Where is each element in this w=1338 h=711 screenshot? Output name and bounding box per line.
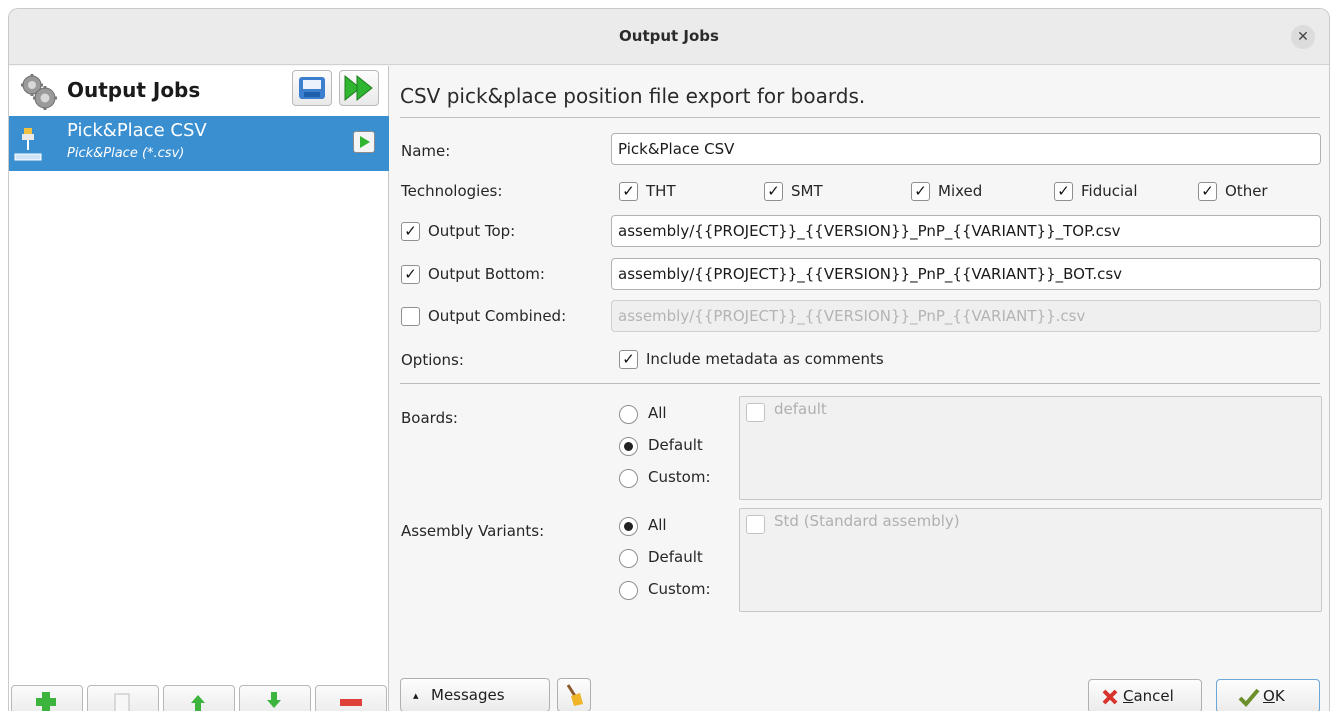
output-top-field[interactable]: assembly/{{PROJECT}}_{{VERSION}}_PnP_{{V… bbox=[611, 215, 1321, 247]
tht-label: THT bbox=[646, 182, 676, 200]
variant-std-label: Std (Standard assembly) bbox=[774, 512, 960, 530]
tht-checkbox[interactable]: ✓ bbox=[619, 182, 638, 201]
broom-icon bbox=[566, 684, 583, 706]
messages-label: Messages bbox=[431, 686, 505, 704]
output-top-label: Output Top: bbox=[428, 222, 516, 240]
job-list-item[interactable]: Pick&Place CSV Pick&Place (*.csv) bbox=[9, 116, 389, 171]
expand-icon: ▴ bbox=[413, 689, 419, 702]
output-jobs-dialog: Output Jobs ✕ Output Jobs Pick&Place CSV… bbox=[8, 8, 1330, 711]
variants-all-radio[interactable] bbox=[619, 517, 638, 536]
cancel-icon bbox=[1102, 689, 1118, 705]
cancel-button[interactable]: Cancel bbox=[1088, 679, 1202, 711]
other-label: Other bbox=[1225, 182, 1268, 200]
job-list-toolbar bbox=[9, 682, 389, 711]
output-bottom-field[interactable]: assembly/{{PROJECT}}_{{VERSION}}_PnP_{{V… bbox=[611, 258, 1321, 290]
remove-job-button[interactable] bbox=[315, 685, 387, 711]
board-default-label: default bbox=[774, 400, 827, 418]
fiducial-checkbox[interactable]: ✓ bbox=[1054, 182, 1073, 201]
clear-messages-button[interactable] bbox=[557, 678, 591, 711]
ok-icon bbox=[1238, 688, 1260, 707]
variants-custom-radio[interactable] bbox=[619, 581, 638, 600]
add-job-button[interactable] bbox=[11, 685, 83, 711]
copy-icon bbox=[114, 693, 130, 711]
name-field[interactable]: Pick&Place CSV bbox=[611, 133, 1321, 165]
output-combined-field[interactable]: assembly/{{PROJECT}}_{{VERSION}}_PnP_{{V… bbox=[611, 300, 1321, 332]
remove-icon bbox=[340, 699, 362, 706]
run-all-icon bbox=[344, 74, 373, 102]
move-down-icon bbox=[267, 692, 281, 708]
window-title: Output Jobs bbox=[619, 27, 719, 45]
output-bottom-checkbox[interactable]: ✓ bbox=[401, 265, 420, 284]
output-jobs-panel: Output Jobs Pick&Place CSV Pick&Place (*… bbox=[9, 66, 389, 711]
variants-default-label: Default bbox=[648, 548, 703, 566]
close-button[interactable]: ✕ bbox=[1291, 25, 1315, 49]
title-bar: Output Jobs ✕ bbox=[9, 9, 1329, 65]
cancel-label: Cancel bbox=[1123, 687, 1174, 705]
boards-list[interactable]: default bbox=[739, 396, 1322, 500]
fiducial-label: Fiducial bbox=[1081, 182, 1138, 200]
mixed-checkbox[interactable]: ✓ bbox=[911, 182, 930, 201]
options-label: Options: bbox=[401, 351, 464, 369]
pick-place-icon bbox=[14, 128, 42, 161]
output-combined-checkbox[interactable] bbox=[401, 307, 420, 326]
smt-label: SMT bbox=[791, 182, 823, 200]
run-job-button[interactable] bbox=[353, 131, 375, 153]
divider bbox=[400, 117, 1320, 118]
board-default-checkbox[interactable] bbox=[746, 403, 765, 422]
job-name: Pick&Place CSV bbox=[67, 120, 207, 141]
ok-label: OK bbox=[1263, 687, 1285, 705]
boards-label: Boards: bbox=[401, 409, 458, 427]
technologies-label: Technologies: bbox=[401, 182, 503, 200]
output-bottom-label: Output Bottom: bbox=[428, 265, 545, 283]
output-top-checkbox[interactable]: ✓ bbox=[401, 222, 420, 241]
job-editor: CSV pick&place position file export for … bbox=[390, 66, 1329, 711]
variant-std-checkbox[interactable] bbox=[746, 515, 765, 534]
boards-custom-radio[interactable] bbox=[619, 469, 638, 488]
assembly-variants-list[interactable]: Std (Standard assembly) bbox=[739, 508, 1322, 612]
output-jobs-title: Output Jobs bbox=[67, 78, 201, 102]
assembly-variants-label: Assembly Variants: bbox=[401, 522, 545, 540]
output-combined-label: Output Combined: bbox=[428, 307, 567, 325]
move-job-up-button[interactable] bbox=[163, 685, 235, 711]
job-description: CSV pick&place position file export for … bbox=[400, 84, 866, 108]
variants-default-radio[interactable] bbox=[619, 549, 638, 568]
save-icon bbox=[299, 77, 325, 99]
add-icon bbox=[36, 692, 56, 711]
variants-all-label: All bbox=[648, 516, 667, 534]
output-jobs-header: Output Jobs bbox=[9, 66, 389, 116]
play-icon bbox=[360, 136, 370, 148]
save-button[interactable] bbox=[292, 70, 332, 106]
messages-button[interactable]: ▴ Messages bbox=[400, 678, 550, 711]
include-metadata-label: Include metadata as comments bbox=[646, 350, 884, 368]
boards-all-radio[interactable] bbox=[619, 405, 638, 424]
name-label: Name: bbox=[401, 142, 451, 160]
other-checkbox[interactable]: ✓ bbox=[1198, 182, 1217, 201]
boards-custom-label: Custom: bbox=[648, 468, 711, 486]
boards-default-label: Default bbox=[648, 436, 703, 454]
move-job-down-button[interactable] bbox=[239, 685, 311, 711]
job-type: Pick&Place (*.csv) bbox=[67, 146, 185, 161]
boards-all-label: All bbox=[648, 404, 667, 422]
copy-job-button[interactable] bbox=[87, 685, 159, 711]
divider bbox=[400, 383, 1320, 384]
smt-checkbox[interactable]: ✓ bbox=[764, 182, 783, 201]
move-up-icon bbox=[191, 695, 205, 711]
ok-button[interactable]: OK bbox=[1216, 679, 1320, 711]
include-metadata-checkbox[interactable]: ✓ bbox=[619, 350, 638, 369]
mixed-label: Mixed bbox=[938, 182, 983, 200]
boards-default-radio[interactable] bbox=[619, 437, 638, 456]
gears-icon bbox=[21, 74, 57, 110]
variants-custom-label: Custom: bbox=[648, 580, 711, 598]
run-all-button[interactable] bbox=[339, 70, 379, 106]
